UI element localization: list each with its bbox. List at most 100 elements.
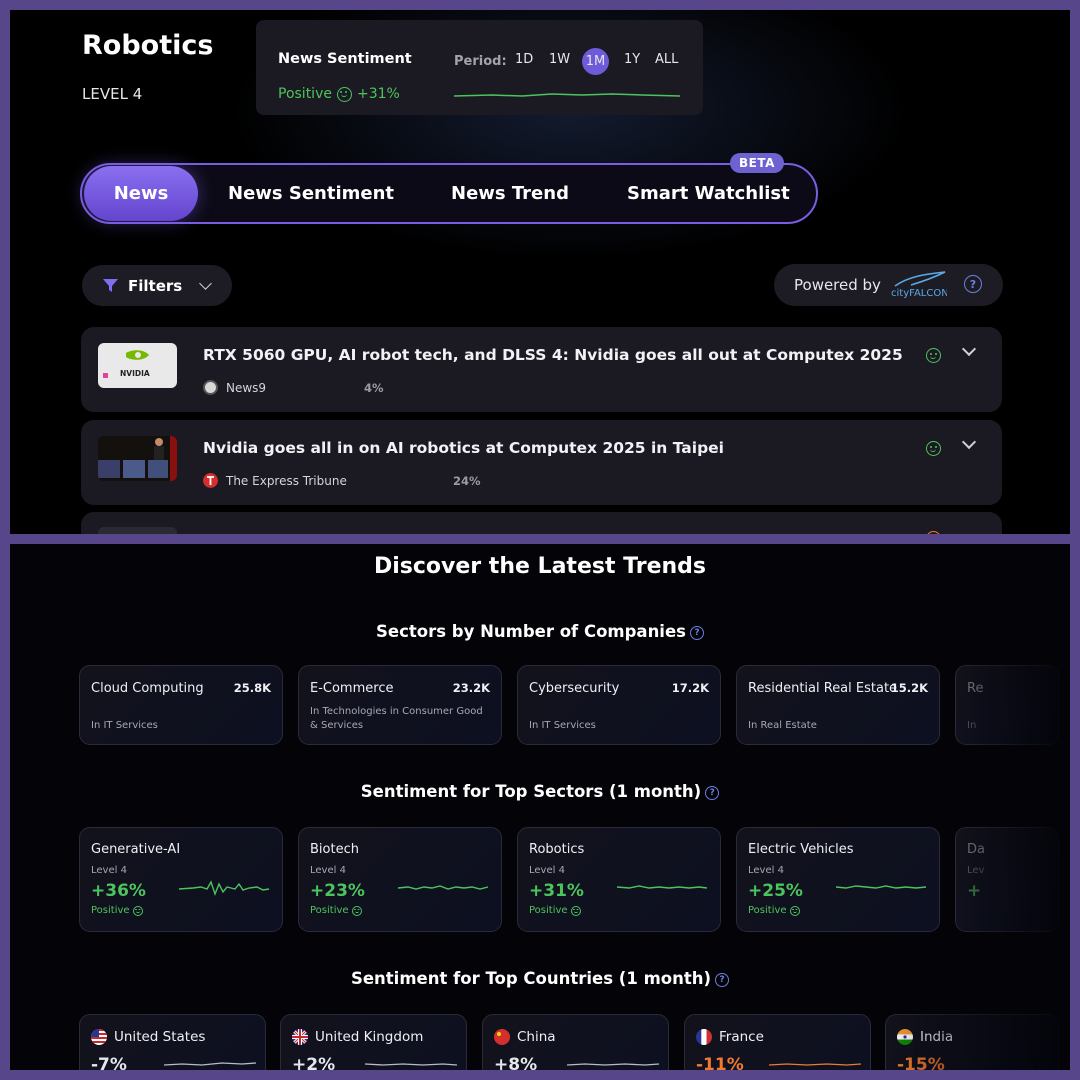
sentiment-sparkline: [566, 1063, 660, 1066]
country-name: India: [920, 1029, 954, 1045]
smile-icon: [336, 86, 352, 102]
sector-sentiment-status: Positive: [91, 905, 143, 916]
help-icon[interactable]: ?: [689, 626, 704, 640]
news-title[interactable]: Nvidia goes all in on AI robotics at Com…: [203, 439, 724, 457]
beta-badge: BETA: [730, 153, 784, 173]
sector-level: Level 4: [529, 865, 565, 876]
period-1d[interactable]: 1D: [515, 52, 533, 67]
smile-icon: [789, 905, 800, 916]
help-icon[interactable]: ?: [964, 275, 982, 293]
robotics-news-panel: Robotics LEVEL 4 News Sentiment Positive…: [10, 10, 1070, 534]
country-sentiment-value: +8%: [494, 1055, 538, 1070]
sentiment-sparkline: [364, 1063, 458, 1066]
express-tribune-icon: [203, 473, 218, 488]
tab-smart-watchlist[interactable]: Smart Watchlist: [627, 165, 790, 222]
news-item[interactable]: Nvidia goes all in on AI robotics at Com…: [81, 420, 1002, 505]
sector-name: Residential Real Estate: [748, 681, 898, 696]
news9-icon: [203, 380, 218, 395]
filters-button[interactable]: Filters: [82, 265, 232, 306]
sector-count: 17.2K: [671, 681, 709, 695]
sentiment-card-title: News Sentiment: [278, 51, 412, 67]
sector-name: Da: [967, 842, 985, 857]
powered-by-label: Powered by: [794, 276, 881, 294]
news-item[interactable]: NVIDIA RTX 5060 GPU, AI robot tech, and …: [81, 327, 1002, 412]
chevron-down-icon[interactable]: [961, 341, 977, 357]
sector-parent: In IT Services: [529, 720, 596, 731]
sentiment-sparkline: [835, 885, 927, 889]
country-sentiment-value: -15%: [897, 1055, 945, 1070]
news-source: News9: [203, 380, 266, 395]
period-1y[interactable]: 1Y: [624, 52, 640, 67]
tab-news[interactable]: News: [84, 166, 198, 221]
country-card-partial[interactable]: India -15%: [885, 1014, 1059, 1070]
news-percent: 4%: [364, 381, 384, 395]
uk-flag-icon: [292, 1029, 308, 1045]
sector-card-partial[interactable]: Re In: [955, 665, 1059, 745]
sentiment-sparkline: [163, 1062, 257, 1066]
sector-name: Cybersecurity: [529, 681, 620, 696]
sectors-heading: Sectors by Number of Companies?: [10, 622, 1070, 642]
tab-news-sentiment[interactable]: News Sentiment: [228, 165, 394, 222]
sector-card[interactable]: E-Commerce 23.2K In Technologies in Cons…: [298, 665, 502, 745]
france-flag-icon: [696, 1029, 712, 1045]
filters-label: Filters: [128, 276, 183, 295]
china-flag-icon: [494, 1029, 510, 1045]
smile-icon: [926, 348, 941, 363]
country-name: United Kingdom: [315, 1029, 424, 1045]
sector-sentiment-value: +25%: [748, 881, 803, 901]
sector-sentiment-heading: Sentiment for Top Sectors (1 month)?: [10, 782, 1070, 802]
chevron-down-icon[interactable]: [961, 434, 977, 450]
country-sentiment-heading: Sentiment for Top Countries (1 month)?: [10, 969, 1070, 989]
powered-by: Powered by cityFALCON ?: [774, 264, 1003, 306]
sector-card[interactable]: Cloud Computing 25.8K In IT Services: [79, 665, 283, 745]
sector-sentiment-card[interactable]: Robotics Level 4 +31% Positive: [517, 827, 721, 932]
news-title[interactable]: RTX 5060 GPU, AI robot tech, and DLSS 4:…: [203, 346, 903, 364]
sector-parent: In Real Estate: [748, 720, 817, 731]
sector-sentiment-card-partial[interactable]: Da Lev +: [955, 827, 1059, 932]
news-item-partial[interactable]: [81, 512, 1002, 534]
sector-sentiment-card[interactable]: Generative-AI Level 4 +36% Positive: [79, 827, 283, 932]
sentiment-sparkline: [178, 880, 270, 897]
news-source-name: The Express Tribune: [226, 473, 347, 488]
country-card[interactable]: France -11%: [684, 1014, 871, 1070]
cityfalcon-logo[interactable]: cityFALCON: [889, 270, 947, 300]
sector-name: Re: [967, 681, 984, 696]
news-thumbnail: NVIDIA: [98, 343, 177, 388]
help-icon[interactable]: ?: [705, 786, 720, 800]
sector-card[interactable]: Residential Real Estate 15.2K In Real Es…: [736, 665, 940, 745]
country-card[interactable]: United States -7%: [79, 1014, 266, 1070]
cityfalcon-logo-text: cityFALCON: [891, 288, 947, 299]
help-icon[interactable]: ?: [715, 973, 730, 987]
smile-icon: [351, 905, 362, 916]
sector-sentiment-value: +: [967, 881, 982, 901]
sector-card[interactable]: Cybersecurity 17.2K In IT Services: [517, 665, 721, 745]
tab-news-trend[interactable]: News Trend: [451, 165, 569, 222]
sector-sentiment-card[interactable]: Biotech Level 4 +23% Positive: [298, 827, 502, 932]
discover-title: Discover the Latest Trends: [373, 554, 707, 579]
period-1w[interactable]: 1W: [549, 52, 570, 67]
country-card[interactable]: China +8%: [482, 1014, 669, 1070]
sector-level: Level 4: [91, 865, 127, 876]
sector-level: Level 4: [748, 865, 784, 876]
sector-sentiment-value: +23%: [310, 881, 365, 901]
sector-count: 23.2K: [452, 681, 490, 695]
period-all[interactable]: ALL: [655, 52, 678, 67]
news-thumbnail: [98, 527, 177, 534]
country-sentiment-value: -7%: [91, 1055, 127, 1070]
sentiment-sparkline: [397, 885, 489, 890]
sector-name: Robotics: [529, 842, 585, 857]
news-source: The Express Tribune: [203, 473, 347, 488]
sectors-heading-text: Sectors by Number of Companies: [376, 622, 686, 641]
period-1m[interactable]: 1M: [582, 48, 609, 75]
country-card[interactable]: United Kingdom +2%: [280, 1014, 467, 1070]
sector-sentiment-value: +36%: [91, 881, 146, 901]
sector-parent: In: [967, 720, 977, 731]
sentiment-sparkline: [453, 93, 681, 97]
sector-parent: In IT Services: [91, 720, 158, 731]
sentiment-status-label: Positive: [310, 905, 349, 916]
sentiment-sparkline: [616, 885, 708, 889]
sector-sentiment-card[interactable]: Electric Vehicles Level 4 +25% Positive: [736, 827, 940, 932]
period-label: Period:: [454, 54, 507, 69]
discover-trends-panel: Discover the Latest Trends Sectors by Nu…: [10, 544, 1070, 1070]
sector-sentiment-status: Positive: [529, 905, 581, 916]
